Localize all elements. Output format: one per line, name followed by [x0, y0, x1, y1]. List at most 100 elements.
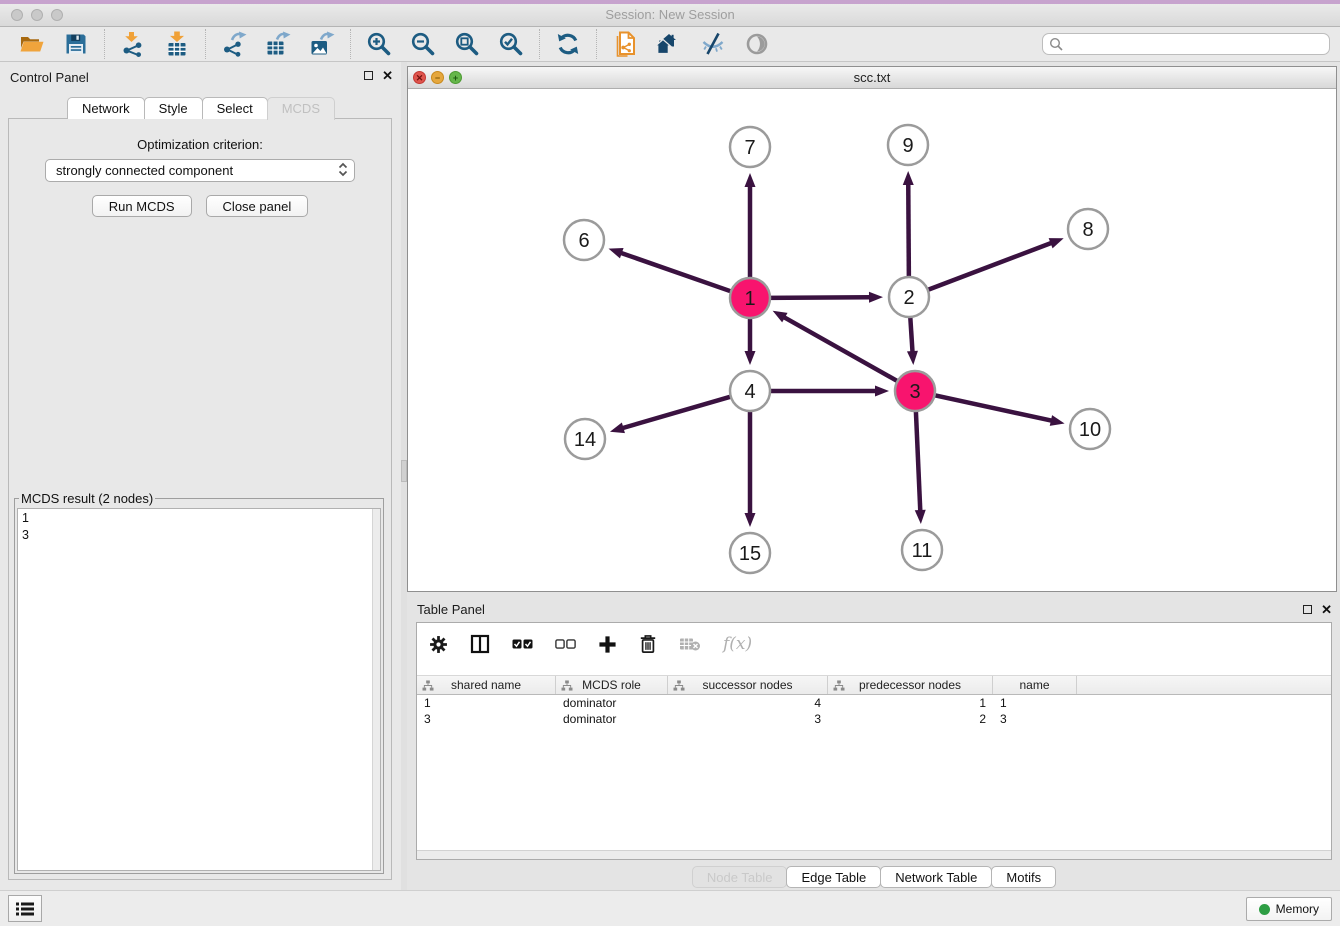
checked-boxes-icon: [512, 639, 533, 649]
close-panel-button[interactable]: Close panel: [206, 195, 309, 217]
network-canvas[interactable]: 7968124314101511: [408, 89, 1336, 591]
tab-motifs[interactable]: Motifs: [991, 866, 1056, 888]
window-title: Session: New Session: [0, 7, 1340, 22]
zoom-out-icon: [410, 31, 436, 57]
table-horizontal-scrollbar[interactable]: [417, 850, 1331, 859]
import-network-icon: [120, 31, 146, 57]
graph-edge-2-9[interactable]: [908, 184, 909, 279]
run-mcds-button[interactable]: Run MCDS: [92, 195, 192, 217]
list-icon: [15, 901, 35, 917]
close-panel-icon[interactable]: ✕: [382, 70, 393, 81]
graph-edge-arrow: [869, 292, 883, 303]
graph-edge-3-10[interactable]: [933, 395, 1052, 421]
hide-graphics-details-button[interactable]: [699, 30, 727, 58]
table-cell: 2: [828, 711, 993, 727]
graph-edge-arrow: [915, 510, 926, 524]
close-table-panel-icon[interactable]: ✕: [1321, 604, 1332, 615]
toolbar-separator: [104, 29, 105, 59]
column-header-name[interactable]: name: [993, 676, 1077, 694]
delete-column-button[interactable]: [639, 634, 657, 654]
criterion-value: strongly connected component: [56, 163, 233, 178]
save-session-button[interactable]: [62, 30, 90, 58]
optimization-criterion-label: Optimization criterion:: [9, 137, 391, 152]
graph-node-label: 15: [739, 543, 761, 565]
zoom-in-button[interactable]: [365, 30, 393, 58]
graph-edge-2-8[interactable]: [926, 243, 1052, 291]
tab-style[interactable]: Style: [144, 97, 203, 119]
column-header-shared-name[interactable]: shared name: [417, 676, 556, 694]
zoom-selected-button[interactable]: [497, 30, 525, 58]
node-table-subpanel: f(x) shared nameMCDS rolesuccessor nodes…: [416, 622, 1332, 860]
graph-node-label: 9: [902, 135, 913, 157]
hide-eye-icon: [700, 31, 726, 57]
graph-edge-arrow: [609, 248, 624, 258]
export-image-button[interactable]: [308, 30, 336, 58]
tab-edge-table[interactable]: Edge Table: [786, 866, 881, 888]
export-image-icon: [309, 31, 335, 57]
table-cell: 4: [668, 695, 828, 711]
graph-edge-1-6[interactable]: [621, 253, 733, 292]
create-column-button[interactable]: [598, 635, 617, 654]
mcds-result-area[interactable]: 1 3: [17, 508, 381, 871]
apply-layout-button[interactable]: [554, 30, 582, 58]
float-panel-icon[interactable]: [364, 71, 373, 80]
tab-mcds[interactable]: MCDS: [267, 97, 335, 120]
plus-icon: [598, 635, 617, 654]
control-panel-tabs: NetworkStyleSelectMCDS: [0, 97, 401, 120]
show-graphics-details-button[interactable]: [743, 30, 771, 58]
clear-all-columns-button[interactable]: [555, 639, 576, 649]
sort-tree-icon: [561, 680, 573, 691]
table-panel-title: Table Panel: [417, 602, 485, 617]
titlebar-accent: [0, 0, 1340, 4]
column-header-MCDS-role[interactable]: MCDS role: [556, 676, 668, 694]
graph-edge-arrow: [1049, 238, 1064, 248]
export-network-button[interactable]: [220, 30, 248, 58]
toolbar-separator: [596, 29, 597, 59]
export-table-button[interactable]: [264, 30, 292, 58]
table-cell: dominator: [556, 695, 668, 711]
column-header-successor-nodes[interactable]: successor nodes: [668, 676, 828, 694]
task-history-button[interactable]: [8, 895, 42, 922]
tab-node-table[interactable]: Node Table: [692, 866, 788, 888]
gear-icon: [429, 635, 448, 654]
network-file-icon: [612, 31, 638, 57]
result-scrollbar[interactable]: [372, 509, 380, 870]
import-table-button[interactable]: [163, 30, 191, 58]
open-session-button[interactable]: [18, 30, 46, 58]
criterion-select[interactable]: strongly connected component: [45, 159, 355, 182]
toolbar-separator: [350, 29, 351, 59]
graph-node-label: 7: [744, 137, 755, 159]
eye-icon: [744, 31, 770, 57]
graph-edge-3-1[interactable]: [784, 317, 899, 382]
graph-edge-2-3[interactable]: [910, 315, 912, 352]
table-cell: 3: [993, 711, 1077, 727]
graph-edge-arrow: [745, 513, 756, 527]
first-neighbors-button[interactable]: [655, 30, 683, 58]
select-all-columns-button[interactable]: [512, 639, 533, 649]
zoom-fit-button[interactable]: [453, 30, 481, 58]
search-field[interactable]: [1042, 33, 1330, 55]
graph-edge-3-11[interactable]: [916, 409, 920, 511]
table-row[interactable]: 1dominator411: [417, 695, 1331, 711]
graph-edge-4-14[interactable]: [622, 396, 732, 428]
open-network-file-button[interactable]: [611, 30, 639, 58]
memory-button[interactable]: Memory: [1246, 897, 1332, 921]
tab-network-table[interactable]: Network Table: [880, 866, 992, 888]
graph-edge-arrow: [745, 351, 756, 365]
graph-edge-1-2[interactable]: [768, 297, 870, 298]
split-columns-button[interactable]: [470, 634, 490, 654]
table-rows: 1dominator4113dominator323: [417, 695, 1331, 727]
open-folder-icon: [19, 31, 45, 57]
column-header-predecessor-nodes[interactable]: predecessor nodes: [828, 676, 993, 694]
float-table-panel-icon[interactable]: [1303, 605, 1312, 614]
toolbar-separator: [205, 29, 206, 59]
table-settings-button[interactable]: [429, 635, 448, 654]
tab-network[interactable]: Network: [67, 97, 145, 119]
zoom-out-button[interactable]: [409, 30, 437, 58]
table-row[interactable]: 3dominator323: [417, 711, 1331, 727]
import-network-button[interactable]: [119, 30, 147, 58]
graph-edge-arrow: [907, 351, 918, 365]
delete-table-button-disabled: [679, 636, 701, 652]
right-area: ✕ − + scc.txt 7968124314101511 Table Pan…: [407, 62, 1340, 890]
tab-select[interactable]: Select: [202, 97, 268, 119]
